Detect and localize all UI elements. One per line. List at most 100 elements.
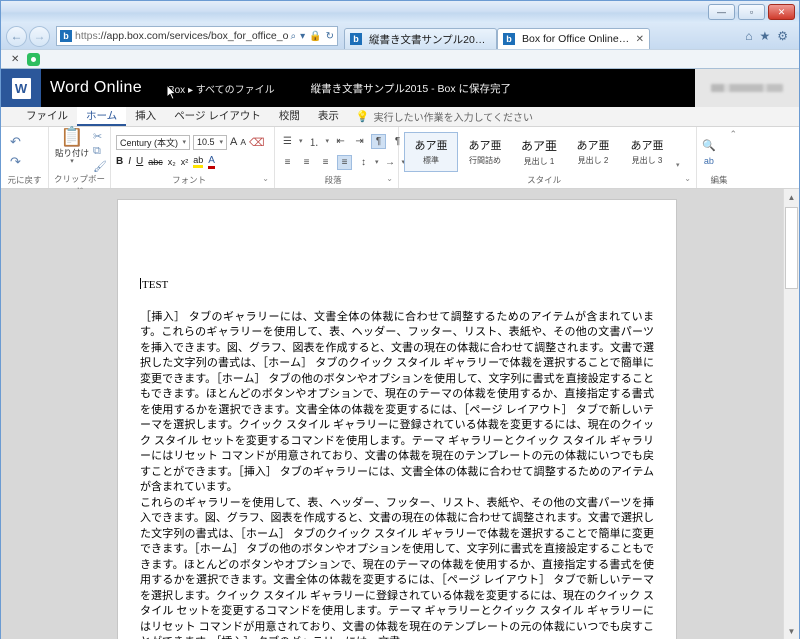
tab-review[interactable]: 校閲	[270, 107, 309, 126]
document-text[interactable]: TEST ［挿入］ タブのギャラリーには、文書全体の体裁に合わせて調整するための…	[140, 278, 654, 639]
style-heading-1[interactable]: あア亜 見出し 1	[512, 132, 566, 172]
paragraph-body-2[interactable]: これらのギャラリーを使用して、表、ヘッダー、フッター、リスト、表紙や、その他の文…	[140, 496, 654, 639]
group-label-editing: 編集	[710, 175, 728, 185]
breadcrumb[interactable]: Box ▸ すべてのファイル	[168, 81, 275, 96]
chevron-down-icon[interactable]: ▾	[300, 31, 305, 42]
user-account-area[interactable]	[695, 69, 799, 107]
evernote-clipper-icon[interactable]	[27, 52, 41, 66]
font-size-input[interactable]: 10.5 ▾	[193, 134, 227, 150]
tab-document[interactable]: b 縦書き文書サンプル2015.do...	[344, 28, 497, 49]
ltr-direction-icon[interactable]: ¶	[371, 133, 387, 149]
tab-box-for-office-online[interactable]: b Box for Office Online - ... ✕	[497, 28, 650, 49]
tools-gear-icon[interactable]: ⚙	[777, 29, 788, 43]
tab-file[interactable]: ファイル	[17, 107, 77, 126]
style-heading-2[interactable]: あア亜 見出し 2	[566, 132, 620, 172]
addon-close-icon[interactable]: ✕	[11, 54, 19, 65]
scroll-down-icon[interactable]: ▼	[784, 623, 799, 639]
bullets-icon[interactable]: ☰	[280, 134, 295, 149]
forward-icon[interactable]: →	[29, 25, 50, 47]
back-icon[interactable]: ←	[6, 25, 27, 47]
italic-button[interactable]: I	[128, 156, 131, 167]
align-right-icon[interactable]: ≡	[318, 155, 333, 170]
numbering-icon[interactable]: ⒈	[307, 134, 322, 149]
replace-icon[interactable]: ab	[704, 156, 714, 166]
styles-more-chevron-down-icon[interactable]: ▾	[674, 132, 682, 172]
style-preview: あア亜	[414, 140, 448, 152]
paragraph-title[interactable]: TEST	[140, 278, 654, 294]
highlight-color-button[interactable]: ab	[193, 155, 204, 168]
chevron-down-icon[interactable]: ▾	[182, 139, 186, 146]
superscript-button[interactable]: x²	[181, 157, 189, 167]
window-controls: — ▫ ✕	[708, 4, 795, 20]
vertical-scrollbar[interactable]: ▲ ▼	[783, 189, 799, 639]
tab-insert[interactable]: 挿入	[126, 107, 165, 126]
style-no-spacing[interactable]: あア亜 行間詰め	[458, 132, 512, 172]
scrollbar-thumb[interactable]	[785, 207, 798, 289]
chevron-down-icon[interactable]: ▾	[70, 158, 74, 165]
favorites-icon[interactable]: ★	[759, 29, 770, 43]
chevron-down-icon[interactable]: ▾	[299, 138, 303, 145]
decrease-indent-icon[interactable]: ⇤	[333, 134, 348, 149]
maximize-button[interactable]: ▫	[738, 4, 765, 20]
format-painter-icon[interactable]: 🖌	[93, 160, 107, 173]
browser-toolbar-icons: ⌂ ★ ⚙	[745, 29, 794, 43]
align-center-icon[interactable]: ≡	[299, 155, 314, 170]
ribbon-group-undo: ↶ ↷ 元に戻す	[1, 127, 49, 188]
tab-close-icon[interactable]: ✕	[636, 34, 644, 45]
group-label-font: フォント ⌄	[116, 174, 269, 188]
home-icon[interactable]: ⌂	[745, 29, 752, 43]
group-label-paragraph: 段落 ⌄	[280, 174, 393, 188]
underline-button[interactable]: U	[136, 156, 143, 167]
redo-icon[interactable]: ↷	[10, 154, 21, 170]
subscript-button[interactable]: x₂	[168, 157, 176, 167]
indent-icon[interactable]: →	[383, 155, 398, 170]
font-name-input[interactable]: Century (本文) ▾	[116, 134, 190, 150]
paste-button[interactable]: 📋 貼り付け ▾	[54, 127, 90, 165]
strikethrough-button[interactable]: abc	[148, 157, 163, 167]
group-label-paragraph-text: 段落	[324, 175, 342, 185]
search-icon[interactable]: ⌕	[291, 31, 297, 42]
copy-icon[interactable]: ⧉	[93, 145, 107, 158]
paste-icon: 📋	[60, 127, 84, 148]
clear-formatting-icon[interactable]: ⌫	[249, 136, 265, 149]
style-heading-3[interactable]: あア亜 見出し 3	[620, 132, 674, 172]
ribbon-collapse-icon[interactable]: ⌃	[729, 129, 737, 140]
clipboard-mini-buttons: ✂ ⧉ 🖌	[93, 129, 107, 173]
shrink-font-icon[interactable]: A	[240, 137, 246, 147]
undo-icon[interactable]: ↶	[10, 134, 21, 150]
close-button[interactable]: ✕	[768, 4, 795, 20]
cut-scissors-icon[interactable]: ✂	[93, 130, 107, 143]
style-label: 行間詰め	[469, 156, 501, 165]
justify-icon[interactable]: ≡	[337, 154, 352, 170]
navigation-bar: ← → b https://app.box.com/services/box_f…	[1, 23, 799, 49]
styles-dialog-launcher[interactable]: ⌄	[684, 174, 691, 183]
grow-font-icon[interactable]: A	[230, 136, 237, 148]
font-color-button[interactable]: A	[208, 155, 215, 169]
tab-page-layout[interactable]: ページ レイアウト	[165, 107, 270, 126]
increase-indent-icon[interactable]: ⇥	[352, 134, 367, 149]
find-search-icon[interactable]: 🔍	[702, 139, 716, 152]
minimize-button[interactable]: —	[708, 4, 735, 20]
tab-home[interactable]: ホーム	[77, 107, 127, 126]
document-page[interactable]: TEST ［挿入］ タブのギャラリーには、文書全体の体裁に合わせて調整するための…	[117, 199, 677, 639]
chevron-down-icon[interactable]: ▾	[326, 138, 330, 145]
tab-view[interactable]: 表示	[309, 107, 348, 126]
address-bar[interactable]: b https://app.box.com/services/box_for_o…	[56, 26, 338, 46]
chevron-down-icon[interactable]: ▾	[375, 159, 379, 166]
document-canvas[interactable]: TEST ［挿入］ タブのギャラリーには、文書全体の体裁に合わせて調整するための…	[1, 189, 799, 639]
paragraph-body-1[interactable]: ［挿入］ タブのギャラリーには、文書全体の体裁に合わせて調整するためのアイテムが…	[140, 310, 654, 496]
chevron-down-icon[interactable]: ▾	[219, 139, 223, 146]
align-left-icon[interactable]: ≡	[280, 155, 295, 170]
paragraph-dialog-launcher[interactable]: ⌄	[386, 174, 393, 183]
line-spacing-icon[interactable]: ↕	[356, 155, 371, 170]
styles-gallery: あア亜 標準 あア亜 行間詰め あア亜 見出し 1 あア亜 見出し 2 あア亜 …	[404, 131, 682, 172]
style-standard[interactable]: あア亜 標準	[404, 131, 458, 172]
tell-me-search[interactable]: 💡 実行したい作業を入力してください	[356, 107, 533, 126]
scroll-up-icon[interactable]: ▲	[784, 189, 799, 205]
bold-button[interactable]: B	[116, 156, 123, 167]
tab-label: 縦書き文書サンプル2015.do...	[369, 33, 491, 46]
font-dialog-launcher[interactable]: ⌄	[262, 174, 269, 183]
refresh-icon[interactable]: ↻	[326, 31, 334, 42]
style-label: 標準	[423, 156, 439, 165]
ribbon-group-font: Century (本文) ▾ 10.5 ▾ A A ⌫ B I U abc x₂…	[111, 127, 275, 188]
